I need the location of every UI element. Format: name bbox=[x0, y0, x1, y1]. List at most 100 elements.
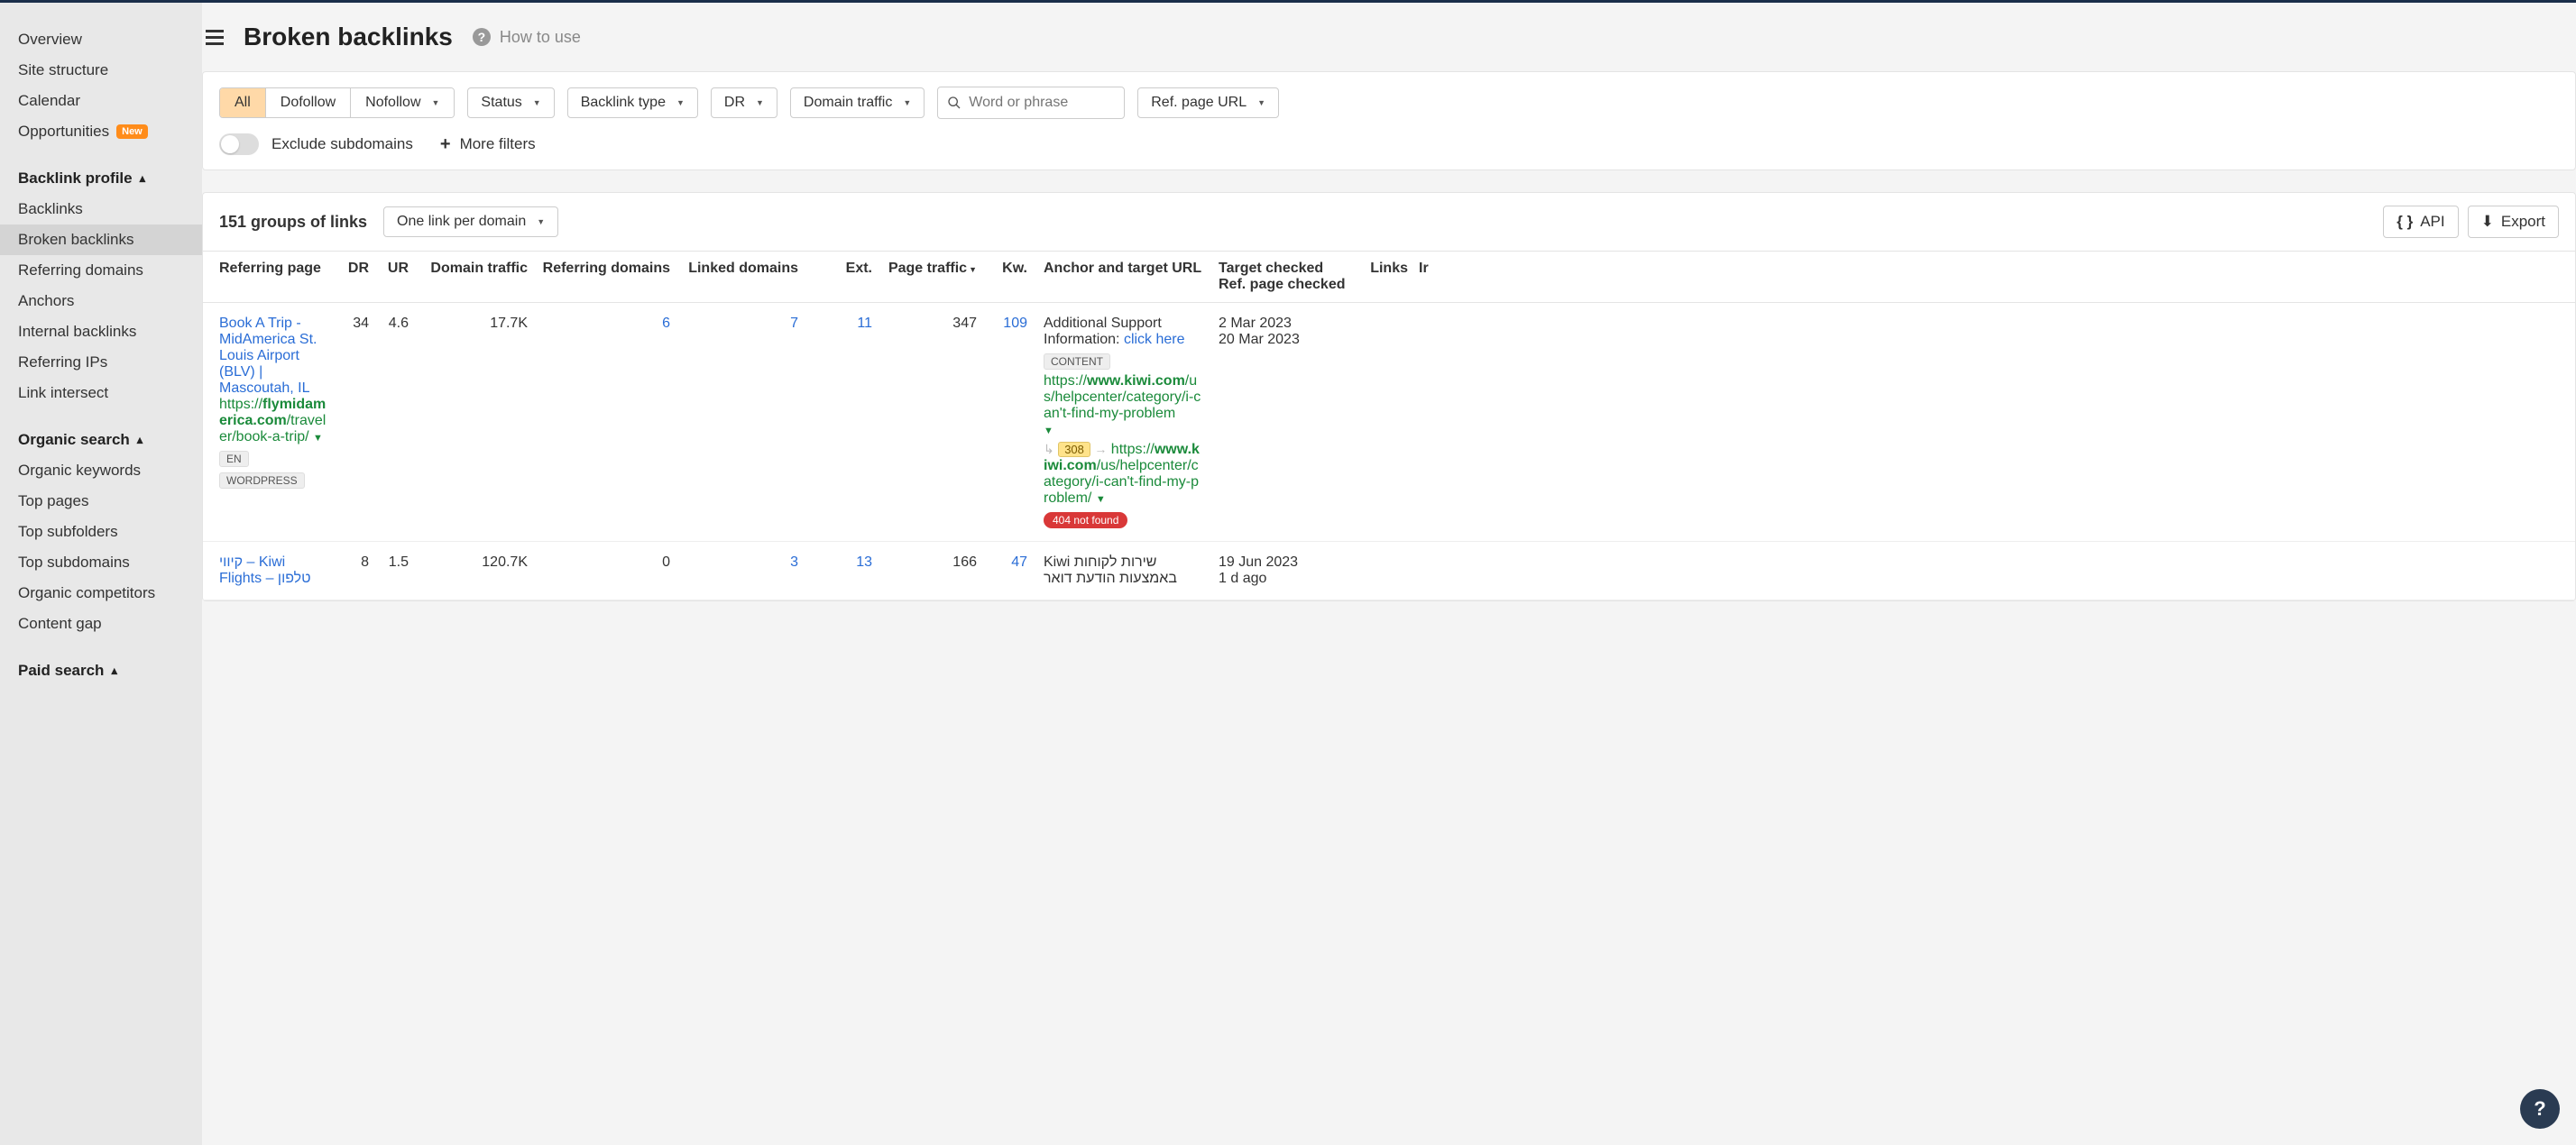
col-referring-domains[interactable]: Referring domains bbox=[528, 261, 670, 293]
link-type-segmented: All Dofollow Nofollow bbox=[219, 87, 455, 118]
sidebar-section-backlink-profile[interactable]: Backlink profile bbox=[0, 163, 202, 194]
search-input[interactable] bbox=[961, 87, 1115, 118]
cell-kw[interactable]: 47 bbox=[977, 554, 1027, 571]
export-label: Export bbox=[2501, 213, 2545, 231]
cell-page-traffic: 166 bbox=[872, 554, 977, 571]
table-row: Book A Trip - MidAmerica St. Louis Airpo… bbox=[203, 303, 2575, 542]
page-header: Broken backlinks ? How to use bbox=[202, 3, 2576, 71]
url-prefix: https:// bbox=[219, 397, 262, 412]
sidebar-item-backlinks[interactable]: Backlinks bbox=[0, 194, 202, 224]
sidebar: Overview Site structure Calendar Opportu… bbox=[0, 3, 202, 1145]
sidebar-item-overview[interactable]: Overview bbox=[0, 24, 202, 55]
seg-dofollow[interactable]: Dofollow bbox=[266, 88, 351, 117]
sidebar-item-opportunities[interactable]: Opportunities New bbox=[0, 116, 202, 147]
sidebar-item-calendar[interactable]: Calendar bbox=[0, 86, 202, 116]
sidebar-section-paid-search[interactable]: Paid search bbox=[0, 655, 202, 686]
group-count: 151 groups of links bbox=[219, 213, 367, 232]
hamburger-icon[interactable] bbox=[202, 26, 224, 49]
cell-ur: 1.5 bbox=[369, 554, 409, 571]
export-button[interactable]: ⬇ Export bbox=[2468, 206, 2559, 238]
sidebar-item-organic-keywords[interactable]: Organic keywords bbox=[0, 455, 202, 486]
col-ext[interactable]: Ext. bbox=[798, 261, 872, 293]
exclude-subdomains-label: Exclude subdomains bbox=[271, 135, 413, 153]
cell-ext[interactable]: 13 bbox=[798, 554, 872, 571]
sidebar-section-organic-search[interactable]: Organic search bbox=[0, 425, 202, 455]
sidebar-item-content-gap[interactable]: Content gap bbox=[0, 609, 202, 639]
filter-status[interactable]: Status bbox=[467, 87, 554, 118]
results-table: Referring page DR UR Domain traffic Refe… bbox=[203, 252, 2575, 600]
col-ur[interactable]: UR bbox=[369, 261, 409, 293]
sidebar-item-top-pages[interactable]: Top pages bbox=[0, 486, 202, 517]
chevron-down-icon[interactable]: ▼ bbox=[1044, 426, 1053, 436]
link-mode-dropdown[interactable]: One link per domain bbox=[383, 206, 558, 237]
cell-linked-domains[interactable]: 3 bbox=[670, 554, 798, 571]
target-checked-date: 19 Jun 2023 bbox=[1219, 554, 1348, 571]
how-to-use-link[interactable]: ? How to use bbox=[473, 28, 581, 47]
cell-dr: 34 bbox=[331, 316, 369, 332]
sidebar-item-organic-competitors[interactable]: Organic competitors bbox=[0, 578, 202, 609]
how-to-use-label: How to use bbox=[500, 28, 581, 47]
cell-domain-traffic: 120.7K bbox=[409, 554, 528, 571]
sidebar-item-top-subfolders[interactable]: Top subfolders bbox=[0, 517, 202, 547]
col-ir[interactable]: Ir bbox=[1408, 261, 1435, 293]
referring-page-title[interactable]: קיווי – Kiwi Flights – טלפון bbox=[219, 554, 331, 587]
more-filters-button[interactable]: + More filters bbox=[440, 134, 536, 155]
sidebar-item-label: Opportunities bbox=[18, 123, 109, 141]
plus-icon: + bbox=[440, 134, 451, 155]
col-links[interactable]: Links bbox=[1348, 261, 1408, 293]
filter-domain-traffic[interactable]: Domain traffic bbox=[790, 87, 925, 118]
cell-ext[interactable]: 11 bbox=[798, 316, 872, 332]
seg-all[interactable]: All bbox=[220, 88, 266, 117]
col-linked-domains[interactable]: Linked domains bbox=[670, 261, 798, 293]
search-box[interactable] bbox=[937, 87, 1125, 119]
cell-referring-domains[interactable]: 6 bbox=[528, 316, 670, 332]
content-tag: CONTENT bbox=[1044, 353, 1110, 370]
col-anchor[interactable]: Anchor and target URL bbox=[1027, 261, 1202, 293]
target-url[interactable]: https://www.kiwi.com/us/helpcenter/categ… bbox=[1044, 373, 1202, 438]
braces-icon: { } bbox=[2397, 213, 2413, 231]
filter-dr[interactable]: DR bbox=[711, 87, 777, 118]
search-icon bbox=[947, 96, 961, 110]
arrow-icon: → bbox=[1094, 442, 1107, 456]
ref-checked-date: 20 Mar 2023 bbox=[1219, 332, 1348, 348]
ref-checked-date: 1 d ago bbox=[1219, 571, 1348, 587]
col-dates[interactable]: Target checked Ref. page checked bbox=[1202, 261, 1348, 293]
sidebar-item-referring-domains[interactable]: Referring domains bbox=[0, 255, 202, 286]
anchor-text: Kiwi שירות לקוחות באמצעות הודעת דואר bbox=[1044, 554, 1177, 586]
sidebar-item-site-structure[interactable]: Site structure bbox=[0, 55, 202, 86]
url-prefix: https:// bbox=[1111, 442, 1155, 457]
referring-page-url[interactable]: https://flymidamerica.com/traveler/book-… bbox=[219, 397, 331, 445]
col-domain-traffic[interactable]: Domain traffic bbox=[409, 261, 528, 293]
sidebar-item-link-intersect[interactable]: Link intersect bbox=[0, 378, 202, 408]
sidebar-item-broken-backlinks[interactable]: Broken backlinks bbox=[0, 224, 202, 255]
sidebar-item-anchors[interactable]: Anchors bbox=[0, 286, 202, 316]
help-fab[interactable]: ? bbox=[2520, 1089, 2560, 1129]
col-page-traffic[interactable]: Page traffic bbox=[872, 261, 977, 293]
anchor-link[interactable]: click here bbox=[1124, 332, 1185, 347]
url-prefix: https:// bbox=[1044, 373, 1087, 389]
download-icon: ⬇ bbox=[2481, 213, 2494, 231]
exclude-subdomains-toggle[interactable] bbox=[219, 133, 259, 155]
table-row: קיווי – Kiwi Flights – טלפון 8 1.5 120.7… bbox=[203, 542, 2575, 600]
error-tag: 404 not found bbox=[1044, 512, 1127, 528]
cell-linked-domains[interactable]: 7 bbox=[670, 316, 798, 332]
cell-domain-traffic: 17.7K bbox=[409, 316, 528, 332]
api-button[interactable]: { } API bbox=[2383, 206, 2458, 238]
referring-page-title[interactable]: Book A Trip - MidAmerica St. Louis Airpo… bbox=[219, 316, 331, 397]
cell-kw[interactable]: 109 bbox=[977, 316, 1027, 332]
results-panel: 151 groups of links One link per domain … bbox=[202, 192, 2576, 601]
cell-referring-domains: 0 bbox=[528, 554, 670, 571]
filters-panel: All Dofollow Nofollow Status Backlink ty… bbox=[202, 71, 2576, 170]
sidebar-item-referring-ips[interactable]: Referring IPs bbox=[0, 347, 202, 378]
sidebar-item-top-subdomains[interactable]: Top subdomains bbox=[0, 547, 202, 578]
seg-nofollow[interactable]: Nofollow bbox=[351, 88, 454, 117]
filter-backlink-type[interactable]: Backlink type bbox=[567, 87, 698, 118]
chevron-down-icon[interactable]: ▼ bbox=[1096, 494, 1106, 505]
filter-ref-page-url[interactable]: Ref. page URL bbox=[1137, 87, 1279, 118]
sidebar-item-internal-backlinks[interactable]: Internal backlinks bbox=[0, 316, 202, 347]
chevron-down-icon[interactable]: ▼ bbox=[313, 433, 323, 444]
help-icon: ? bbox=[473, 28, 491, 46]
col-dr[interactable]: DR bbox=[331, 261, 369, 293]
col-kw[interactable]: Kw. bbox=[977, 261, 1027, 293]
col-referring-page[interactable]: Referring page bbox=[219, 261, 331, 293]
